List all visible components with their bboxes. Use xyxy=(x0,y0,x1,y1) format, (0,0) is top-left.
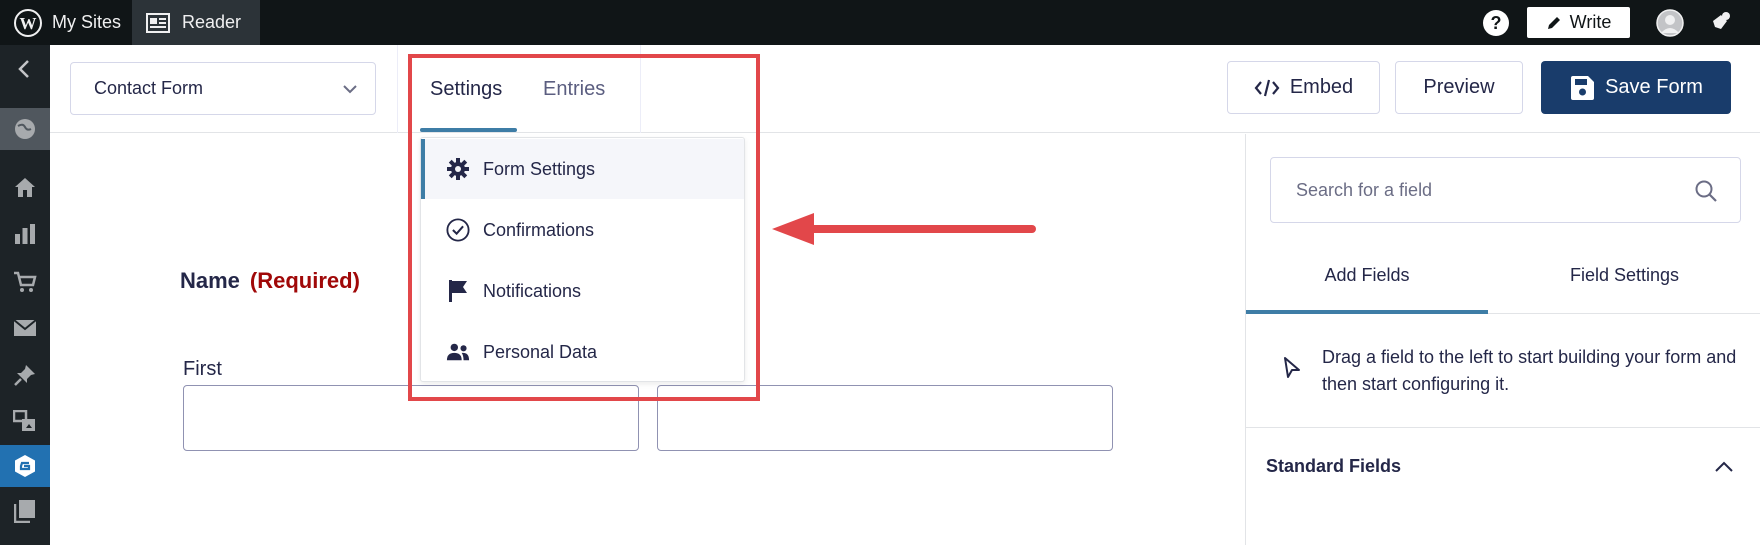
save-form-label: Save Form xyxy=(1605,76,1703,98)
search-placeholder: Search for a field xyxy=(1296,179,1433,200)
embed-button[interactable]: Embed xyxy=(1227,61,1380,114)
collapse-chevron-icon[interactable] xyxy=(0,48,50,90)
form-editor-toolbar: Contact Form Settings Entries Embed Prev… xyxy=(50,45,1760,133)
field-label-text: Name xyxy=(180,268,240,293)
standard-fields-title[interactable]: Standard Fields xyxy=(1266,456,1401,477)
svg-text:?: ? xyxy=(1491,13,1502,33)
stats-icon[interactable] xyxy=(0,213,50,255)
chevron-down-icon xyxy=(343,85,357,94)
reader-icon xyxy=(146,12,170,33)
annotation-arrow xyxy=(772,213,1036,245)
admin-bar: W My Sites Reader ? Write xyxy=(0,0,1760,45)
embed-label: Embed xyxy=(1289,76,1354,98)
wordpress-logo-icon[interactable]: W xyxy=(13,0,43,45)
annotation-highlight-box xyxy=(408,54,760,401)
admin-sidebar xyxy=(0,45,50,545)
form-switcher-select[interactable]: Contact Form xyxy=(70,62,376,115)
home-icon[interactable] xyxy=(0,166,50,208)
avatar[interactable] xyxy=(1656,0,1684,45)
site-icon[interactable] xyxy=(0,108,50,150)
help-icon[interactable]: ? xyxy=(1482,0,1510,45)
form-name: Contact Form xyxy=(94,78,204,98)
field-search-input[interactable]: Search for a field xyxy=(1270,157,1741,223)
first-name-sublabel: First xyxy=(183,358,222,380)
required-indicator: (Required) xyxy=(249,268,360,293)
toolbar-divider xyxy=(397,45,398,133)
pen-icon xyxy=(1547,16,1560,29)
svg-text:W: W xyxy=(20,14,37,33)
cart-icon[interactable] xyxy=(0,261,50,303)
preview-button[interactable]: Preview xyxy=(1395,61,1523,114)
pages-icon[interactable] xyxy=(0,490,50,532)
code-icon xyxy=(1254,79,1280,96)
tab-field-settings[interactable]: Field Settings xyxy=(1488,248,1760,302)
my-sites-link[interactable]: My Sites xyxy=(52,0,121,45)
chevron-up-icon[interactable] xyxy=(1713,458,1735,476)
gravity-forms-icon[interactable] xyxy=(0,445,50,487)
write-label: Write xyxy=(1569,12,1612,32)
field-sidebar: Search for a field Add Fields Field Sett… xyxy=(1245,134,1760,545)
tab-add-fields[interactable]: Add Fields xyxy=(1246,248,1488,302)
reader-label: Reader xyxy=(182,12,242,32)
write-button[interactable]: Write xyxy=(1527,7,1630,38)
save-form-button[interactable]: Save Form xyxy=(1541,61,1731,114)
pin-icon[interactable] xyxy=(0,354,50,396)
reader-link[interactable]: Reader xyxy=(132,0,260,45)
name-field-label: Name (Required) xyxy=(180,268,360,294)
search-icon xyxy=(1695,180,1717,202)
section-divider xyxy=(1246,427,1760,428)
notifications-bell-icon[interactable] xyxy=(1705,0,1733,45)
mail-icon[interactable] xyxy=(0,307,50,349)
active-tab-indicator xyxy=(1246,310,1488,314)
cursor-pointer-icon xyxy=(1284,357,1300,378)
drag-hint-text: Drag a field to the left to start buildi… xyxy=(1322,347,1737,394)
media-icon[interactable] xyxy=(0,400,50,442)
floppy-disk-icon xyxy=(1571,75,1595,100)
